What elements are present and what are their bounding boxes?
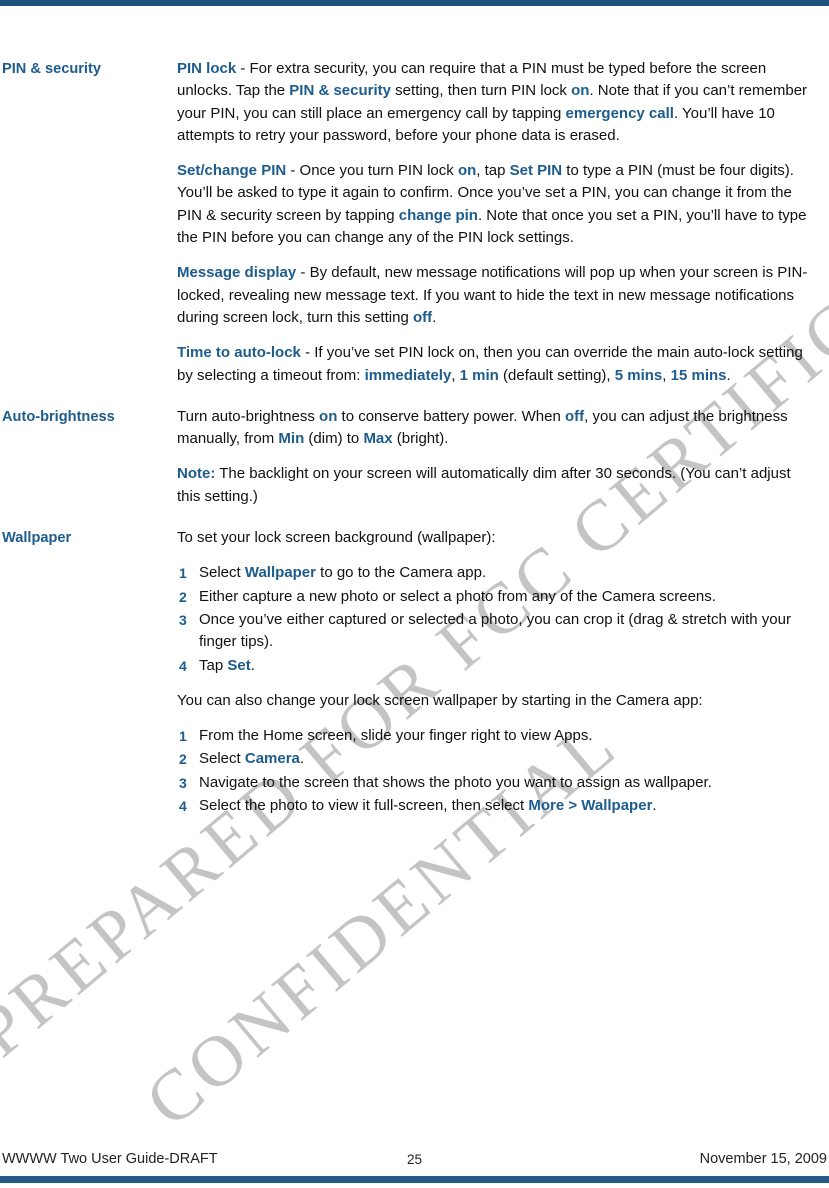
section-wallpaper: Wallpaper To set your lock screen backgr… (0, 527, 829, 818)
document-content: PIN & security PIN lock - For extra secu… (0, 0, 829, 818)
paragraph-pin-lock: PIN lock - For extra security, you can r… (177, 60, 808, 144)
paragraph-time-to-auto-lock: Time to auto-lock - If you’ve set PIN lo… (177, 344, 803, 384)
document-page: PREPARED FOR FCC CERTIFICATION CONFIDENT… (0, 0, 829, 1188)
section-label-column: PIN & security (0, 58, 177, 80)
paragraph-wallpaper-mid: You can also change your lock screen wal… (177, 691, 703, 709)
section-body-column: PIN lock - For extra security, you can r… (177, 58, 829, 387)
wallpaper-steps-list-one: Select Wallpaper to go to the Camera app… (177, 562, 815, 678)
list-item: Navigate to the screen that shows the ph… (179, 772, 712, 795)
list-item: Either capture a new photo or select a p… (179, 586, 716, 609)
section-body-column: Turn auto-brightness on to conserve batt… (177, 406, 829, 508)
page-footer: WWWW Two User Guide-DRAFT 25 November 15… (0, 1151, 829, 1176)
section-label-wallpaper: Wallpaper (2, 530, 72, 547)
list-item: Select Wallpaper to go to the Camera app… (179, 562, 487, 585)
paragraph-auto-brightness-note: Note: The backlight on your screen will … (177, 465, 791, 505)
list-item: Once you’ve either captured or selected … (179, 609, 791, 651)
paragraph-auto-brightness-body: Turn auto-brightness on to conserve batt… (177, 407, 788, 448)
bottom-rule-divider (0, 1176, 829, 1183)
section-body-column: To set your lock screen background (wall… (177, 527, 829, 818)
section-pin-security: PIN & security PIN lock - For extra secu… (0, 58, 829, 387)
wallpaper-steps-list-two: From the Home screen, slide your finger … (177, 725, 815, 817)
footer-date: November 15, 2009 (699, 1151, 827, 1167)
list-item: From the Home screen, slide your finger … (179, 725, 593, 748)
paragraph-wallpaper-intro: To set your lock screen background (wall… (177, 529, 496, 547)
section-label-auto-brightness: Auto-brightness (2, 408, 115, 425)
paragraph-message-display: Message display - By default, new messag… (177, 264, 808, 326)
section-auto-brightness: Auto-brightness Turn auto-brightness on … (0, 406, 829, 508)
list-item: Select the photo to view it full-screen,… (179, 795, 657, 818)
paragraph-set-change-pin: Set/change PIN - Once you turn PIN lock … (177, 162, 807, 247)
section-label-column: Auto-brightness (0, 406, 177, 428)
section-label-pin-security: PIN & security (2, 61, 101, 77)
list-item: Select Camera. (179, 748, 305, 771)
section-label-column: Wallpaper (0, 527, 177, 549)
list-item: Tap Set. (179, 655, 255, 678)
